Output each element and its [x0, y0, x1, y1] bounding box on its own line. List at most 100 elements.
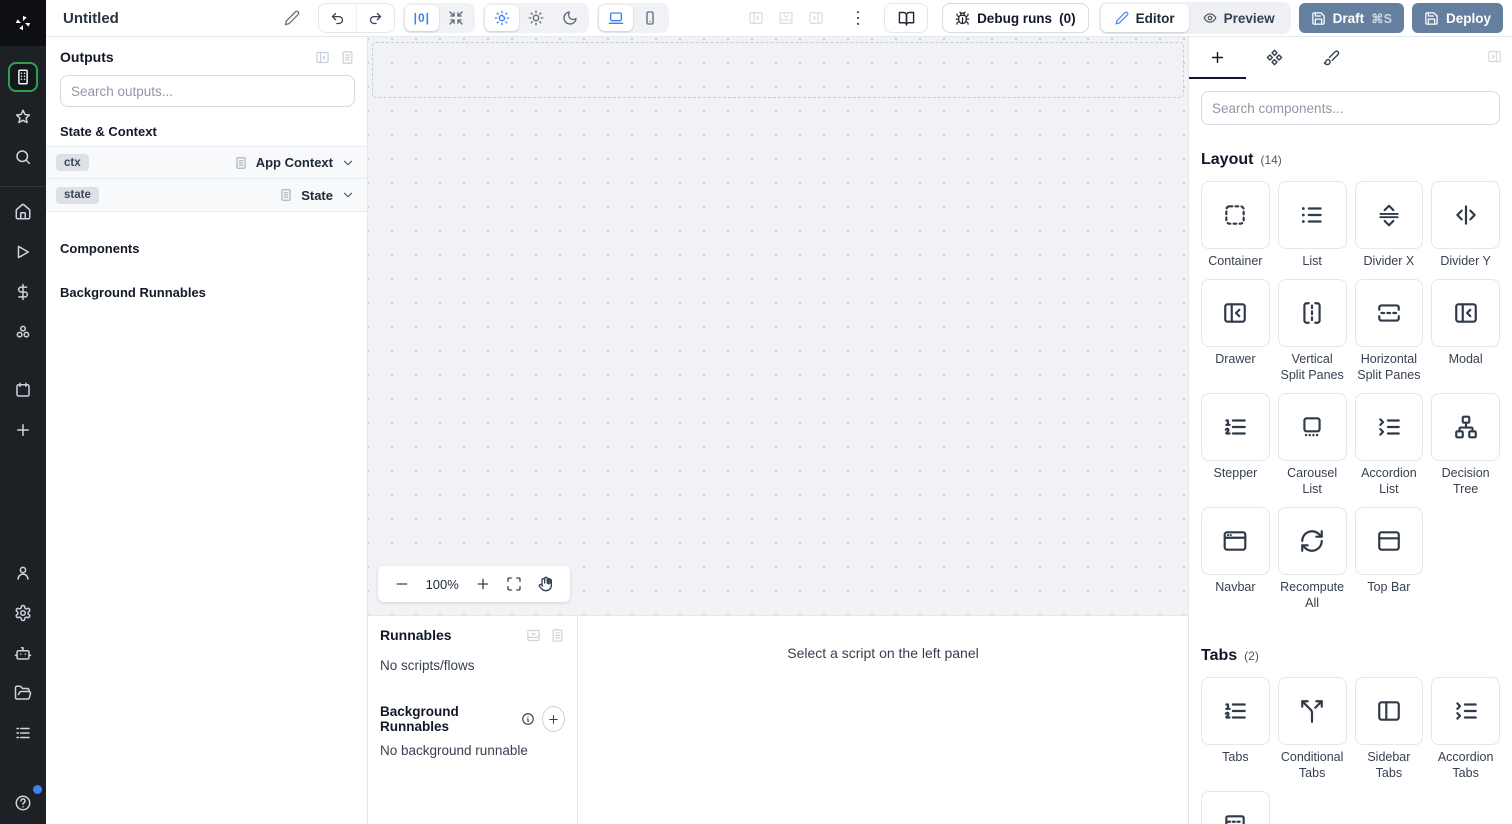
panel-right-close-icon[interactable]: [808, 10, 824, 26]
component-card-conditional-tabs[interactable]: Conditional Tabs: [1277, 677, 1347, 791]
sidebar-item-help[interactable]: [8, 785, 42, 818]
component-card-list[interactable]: List: [1277, 181, 1347, 279]
refresh-icon: [1299, 528, 1325, 554]
divider-x-icon: [1376, 202, 1402, 228]
sidebar-item-runs[interactable]: [8, 237, 38, 267]
moon-icon: [562, 10, 578, 26]
rename-app-icon[interactable]: [284, 10, 300, 26]
collapse-runnables-icon[interactable]: [526, 628, 541, 643]
editor-tab[interactable]: Editor: [1100, 4, 1189, 32]
sidebar-item-create[interactable]: [8, 415, 38, 445]
ctx-row[interactable]: ctx App Context: [46, 146, 367, 179]
theme-dark-button[interactable]: [553, 5, 587, 31]
zoom-out-icon[interactable]: [394, 576, 410, 592]
component-card-divider-x[interactable]: Divider X: [1354, 181, 1424, 279]
draft-button[interactable]: Draft ⌘S: [1298, 3, 1404, 33]
kebab-menu-icon[interactable]: [848, 8, 868, 28]
ai-bot-icon: [14, 644, 32, 662]
desktop-view-button[interactable]: [598, 5, 633, 31]
component-card-recompute-all[interactable]: Recompute All: [1277, 507, 1347, 621]
component-card-sidebar-tabs[interactable]: Sidebar Tabs: [1354, 677, 1424, 791]
outputs-doc-icon[interactable]: [340, 50, 355, 65]
component-card-accordion-list[interactable]: Accordion List: [1354, 393, 1424, 507]
component-card-tabs[interactable]: Tabs: [1201, 677, 1270, 791]
sidebar-item-logs[interactable]: [8, 718, 38, 748]
component-label: Tabs: [1222, 750, 1249, 764]
sidebar-item-variables[interactable]: [8, 277, 38, 307]
component-section-title: Layout: [1201, 151, 1254, 168]
sidebar-item-search[interactable]: [8, 142, 38, 172]
center-content-button[interactable]: |0|: [404, 5, 439, 31]
collapse-panel-icon[interactable]: [1487, 49, 1502, 64]
laptop-icon: [608, 10, 624, 26]
component-card-drawer[interactable]: Drawer: [1201, 279, 1270, 393]
help-icon: [14, 794, 32, 812]
sidebar-item-apps[interactable]: [8, 62, 38, 92]
component-card-decision-tree[interactable]: Decision Tree: [1431, 393, 1500, 507]
collapse-outputs-icon[interactable]: [315, 50, 330, 65]
component-card-modal[interactable]: Modal: [1431, 279, 1500, 393]
panel-left-close-icon[interactable]: [748, 10, 764, 26]
preview-tab[interactable]: Preview: [1189, 4, 1289, 32]
component-card-stepper[interactable]: Stepper: [1201, 393, 1270, 507]
component-card-horizontal-split-panes[interactable]: Horizontal Split Panes: [1354, 279, 1424, 393]
app-canvas[interactable]: 100%: [368, 37, 1188, 615]
styling-tab[interactable]: [1303, 37, 1360, 79]
canvas-dropzone[interactable]: [372, 42, 1184, 98]
sidebar-item-settings[interactable]: [8, 598, 38, 628]
sidebar-item-account[interactable]: [8, 558, 38, 588]
add-component-tab[interactable]: [1189, 37, 1246, 79]
save-icon: [1311, 11, 1326, 26]
chevron-down-icon[interactable]: [341, 156, 355, 170]
sidebar-item-resources[interactable]: [8, 317, 38, 347]
redo-button[interactable]: [357, 4, 394, 32]
components-heading: Components: [60, 241, 140, 256]
expand-canvas-button[interactable]: [439, 5, 473, 31]
star-icon: [14, 108, 32, 126]
component-card-navbar[interactable]: Navbar: [1201, 507, 1270, 621]
pan-hand-icon[interactable]: [538, 576, 554, 592]
theme-light-button[interactable]: [519, 5, 553, 31]
component-card-divider-y[interactable]: Divider Y: [1431, 181, 1500, 279]
state-context-heading: State & Context: [60, 124, 157, 139]
theme-auto-button[interactable]: [484, 5, 519, 31]
sidebar-item-favorites[interactable]: [8, 102, 38, 132]
add-background-runnable-button[interactable]: [541, 706, 565, 732]
zoom-in-icon[interactable]: [475, 576, 491, 592]
component-card-component[interactable]: [1201, 791, 1270, 824]
drawer-icon: [1222, 300, 1248, 326]
panel-bottom-close-icon[interactable]: [778, 10, 794, 26]
fit-view-icon[interactable]: [506, 576, 522, 592]
component-card-top-bar[interactable]: Top Bar: [1354, 507, 1424, 621]
component-card-accordion-tabs[interactable]: Accordion Tabs: [1431, 677, 1500, 791]
deploy-button[interactable]: Deploy: [1411, 3, 1503, 33]
search-outputs-input[interactable]: [60, 75, 355, 107]
component-library-tab[interactable]: [1246, 37, 1303, 79]
ctx-badge: ctx: [56, 154, 89, 171]
component-grid: Tabs Conditional Tabs Sidebar Tabs Accordio…: [1201, 677, 1500, 824]
docs-button[interactable]: [884, 3, 929, 33]
chevron-down-icon[interactable]: [341, 188, 355, 202]
sidebar-item-ai[interactable]: [8, 638, 38, 668]
editor-label: Editor: [1135, 10, 1175, 26]
undo-button[interactable]: [319, 4, 356, 32]
runnables-doc-icon[interactable]: [550, 628, 565, 643]
windmill-logo[interactable]: [0, 0, 46, 46]
search-components-input[interactable]: [1201, 91, 1500, 125]
drawer-icon: [1453, 300, 1479, 326]
component-card-vertical-split-panes[interactable]: Vertical Split Panes: [1277, 279, 1347, 393]
sidebar-item-folders[interactable]: [8, 678, 38, 708]
component-card-container[interactable]: Container: [1201, 181, 1270, 279]
component-shapes-icon: [1266, 49, 1283, 66]
state-badge: state: [56, 186, 99, 204]
info-icon[interactable]: [521, 712, 535, 726]
state-row[interactable]: state State: [46, 179, 367, 212]
sidebar-item-schedules[interactable]: [8, 375, 38, 405]
mobile-view-button[interactable]: [633, 5, 667, 31]
component-card-carousel-list[interactable]: Carousel List: [1277, 393, 1347, 507]
draft-label: Draft: [1332, 10, 1365, 26]
debug-runs-button[interactable]: Debug runs (0): [942, 3, 1089, 33]
component-label: Stepper: [1213, 466, 1258, 480]
sidebar-item-home[interactable]: [8, 197, 38, 227]
ordered-list-icon: [1222, 414, 1248, 440]
